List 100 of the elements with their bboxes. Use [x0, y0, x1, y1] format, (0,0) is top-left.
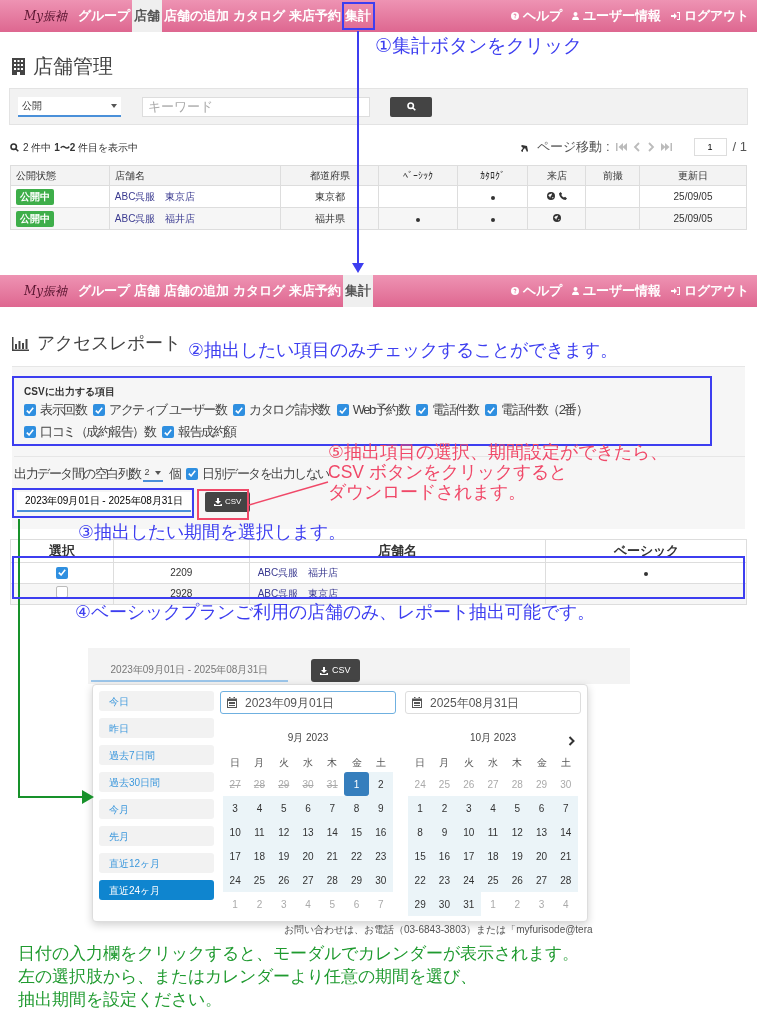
status-badge: 公開中	[16, 210, 54, 227]
calendar-day[interactable]: 29	[344, 868, 369, 892]
checkbox-label: 表示回数	[40, 401, 86, 420]
checkbox[interactable]	[485, 404, 498, 416]
calendar-day[interactable]: 23	[368, 844, 393, 868]
calendar-day[interactable]: 28	[553, 868, 578, 892]
blank-columns-dropdown[interactable]: 2	[142, 465, 163, 482]
next-page-icon	[646, 142, 655, 152]
calendar-day[interactable]: 6	[529, 796, 554, 820]
calendar-day[interactable]: 10	[456, 820, 481, 844]
weekday-label: 木	[511, 755, 524, 770]
logo[interactable]: My振袖	[24, 7, 74, 25]
calendar-day[interactable]: 29	[408, 892, 433, 916]
calendar-day[interactable]: 6	[295, 796, 321, 820]
checkbox[interactable]	[24, 426, 36, 438]
nav-tab[interactable]: 集計	[343, 275, 373, 307]
calendar-day[interactable]: 5	[271, 796, 296, 820]
page-field[interactable]: 1	[693, 138, 727, 156]
calendar-day[interactable]: 11	[480, 820, 506, 844]
calendar-day[interactable]: 25	[480, 868, 506, 892]
calendar-day[interactable]: 16	[432, 844, 457, 868]
calendar-day[interactable]: 31	[456, 892, 481, 916]
calendar-day[interactable]: 16	[368, 820, 393, 844]
calendar-day[interactable]: 9	[432, 820, 457, 844]
weekday-label: 水	[302, 755, 314, 770]
calendar-day[interactable]: 4	[480, 796, 506, 820]
calendar-day[interactable]: 3	[456, 796, 481, 820]
calendar-day[interactable]: 12	[505, 820, 530, 844]
calendar-day[interactable]: 23	[432, 868, 457, 892]
calendar-day[interactable]: 17	[223, 844, 248, 868]
calendar-day[interactable]: 28	[320, 868, 345, 892]
calendar-day[interactable]: 14	[320, 820, 345, 844]
calendar-day[interactable]: 4	[247, 796, 272, 820]
calendar-day[interactable]: 19	[505, 844, 530, 868]
nav-tab[interactable]: 店舗	[132, 0, 162, 32]
calendar-day[interactable]: 10	[223, 820, 248, 844]
calendar-day[interactable]: 19	[271, 844, 296, 868]
calendar-day[interactable]: 7	[320, 796, 345, 820]
start-date-field[interactable]: 2023年09月01日	[220, 691, 396, 714]
calendar-day[interactable]: 21	[553, 844, 578, 868]
end-date-field[interactable]: 2025年08月31日	[405, 691, 581, 714]
checkbox[interactable]	[416, 404, 429, 416]
calendar-day[interactable]: 13	[529, 820, 554, 844]
calendar-day[interactable]: 30	[432, 892, 457, 916]
csv-button[interactable]: CSV	[205, 492, 251, 512]
calendar-day[interactable]: 1	[408, 796, 433, 820]
calendar-day[interactable]: 14	[553, 820, 578, 844]
checkbox[interactable]	[162, 426, 174, 438]
check-icon	[26, 406, 34, 414]
calendar-day[interactable]: 2	[432, 796, 457, 820]
calendar-day[interactable]: 2	[368, 772, 393, 796]
calendar-day[interactable]: 15	[408, 844, 433, 868]
weekday-label: 日	[229, 755, 242, 770]
calendar-day[interactable]: 26	[505, 868, 530, 892]
calendar-day[interactable]: 8	[344, 796, 369, 820]
calendar-day[interactable]: 20	[295, 844, 321, 868]
calendar-day[interactable]: 5	[505, 796, 530, 820]
calendar-day[interactable]: 13	[295, 820, 321, 844]
date-range-field[interactable]: 2023年09月01日 - 2025年08月31日	[17, 492, 191, 512]
checkbox[interactable]	[55, 585, 68, 598]
calendar-day[interactable]: 21	[320, 844, 345, 868]
checkbox[interactable]	[336, 404, 349, 416]
calendar-day[interactable]: 9	[368, 796, 393, 820]
calendar-day[interactable]: 22	[408, 868, 433, 892]
checkbox[interactable]	[186, 467, 198, 480]
calendar-day[interactable]: 26	[271, 868, 296, 892]
calendar-day[interactable]: 18	[247, 844, 272, 868]
calendar-day[interactable]: 12	[271, 820, 296, 844]
checkbox[interactable]	[233, 404, 246, 416]
calendar-day[interactable]: 8	[408, 820, 433, 844]
calendar-day[interactable]: 22	[344, 844, 369, 868]
calendar-day[interactable]: 7	[553, 796, 578, 820]
range-option[interactable]: 直近24ヶ月	[99, 880, 214, 900]
calendar-day[interactable]: 27	[529, 868, 554, 892]
checkbox[interactable]	[93, 404, 105, 416]
calendar-day[interactable]: 25	[247, 868, 272, 892]
calendar-day[interactable]: 30	[368, 868, 393, 892]
calendar-day[interactable]: 17	[456, 844, 481, 868]
logo[interactable]: My振袖	[24, 282, 74, 300]
calendar-day[interactable]: 18	[480, 844, 506, 868]
store-link[interactable]: ABC呉服 福井店	[257, 567, 339, 578]
checkbox[interactable]	[24, 404, 36, 416]
keyword-field[interactable]: キーワード	[142, 96, 370, 117]
csv-button[interactable]: CSV	[311, 659, 360, 682]
calendar-day[interactable]: 3	[223, 796, 248, 820]
weekday-label: 土	[374, 755, 387, 770]
calendar-day[interactable]: 24	[456, 868, 481, 892]
calendar-day[interactable]: 24	[223, 868, 248, 892]
calendar-day[interactable]: 27	[295, 868, 321, 892]
contact-note: お問い合わせは、お電話（03-6843-3803）または「myfurisode@tera	[284, 924, 593, 935]
column-header: ﾍﾞｰｼｯｸ	[378, 165, 458, 186]
status-dropdown[interactable]: 公開	[18, 96, 121, 117]
calendar-day[interactable]: 1	[344, 772, 369, 796]
search-button[interactable]	[390, 96, 432, 117]
calendar-day[interactable]: 15	[344, 820, 369, 844]
calendar-day[interactable]: 20	[529, 844, 554, 868]
calendar-day[interactable]: 11	[247, 820, 272, 844]
checkbox[interactable]	[55, 566, 68, 579]
download-icon	[214, 498, 222, 506]
email-link[interactable]: myfurisode@tera	[516, 924, 593, 935]
